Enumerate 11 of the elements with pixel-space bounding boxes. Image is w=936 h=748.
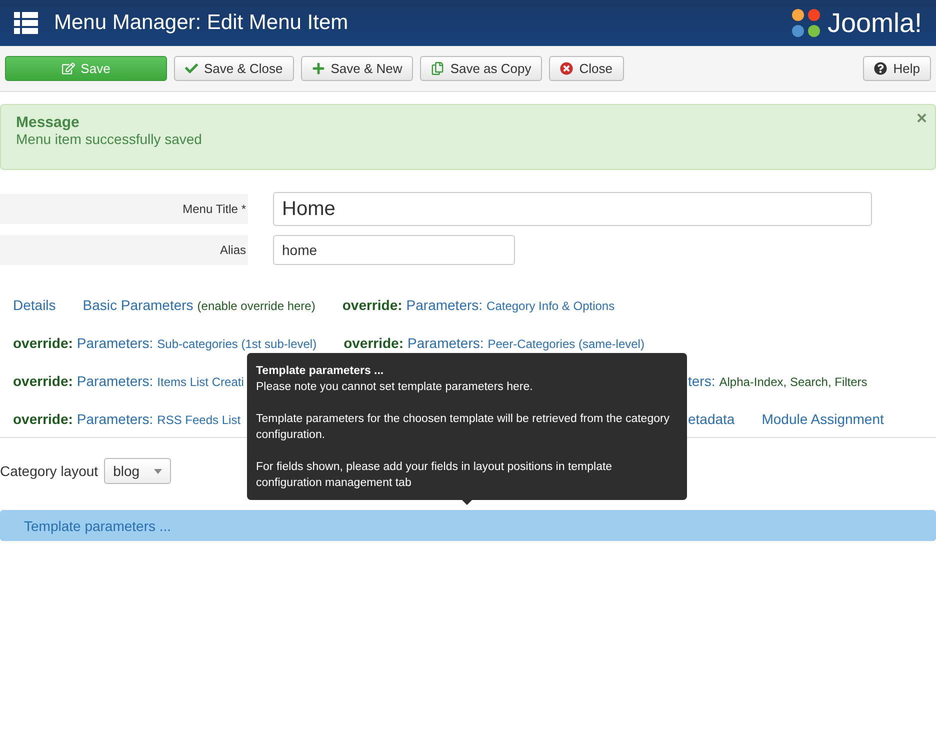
message-text: Menu item successfully saved bbox=[16, 131, 202, 147]
tooltip-text: Template parameters for the choosen template will be retrieved from the category configuration. bbox=[256, 412, 671, 443]
field-label: Alias bbox=[0, 235, 248, 265]
tooltip-text: Please note you cannot set template parameters here. bbox=[256, 380, 534, 395]
field-label: Category layout bbox=[0, 463, 98, 479]
logo-text: Joomla! bbox=[827, 8, 922, 38]
tooltip-text: For fields shown, please add your fields in layout positions in template configuration management tab bbox=[256, 460, 614, 491]
field-label: Menu Title * bbox=[0, 194, 248, 224]
page-title: Menu Manager: Edit Menu Item bbox=[54, 11, 350, 35]
tooltip-title: Template parameters ... bbox=[256, 364, 385, 379]
message-heading: Message bbox=[16, 114, 80, 131]
